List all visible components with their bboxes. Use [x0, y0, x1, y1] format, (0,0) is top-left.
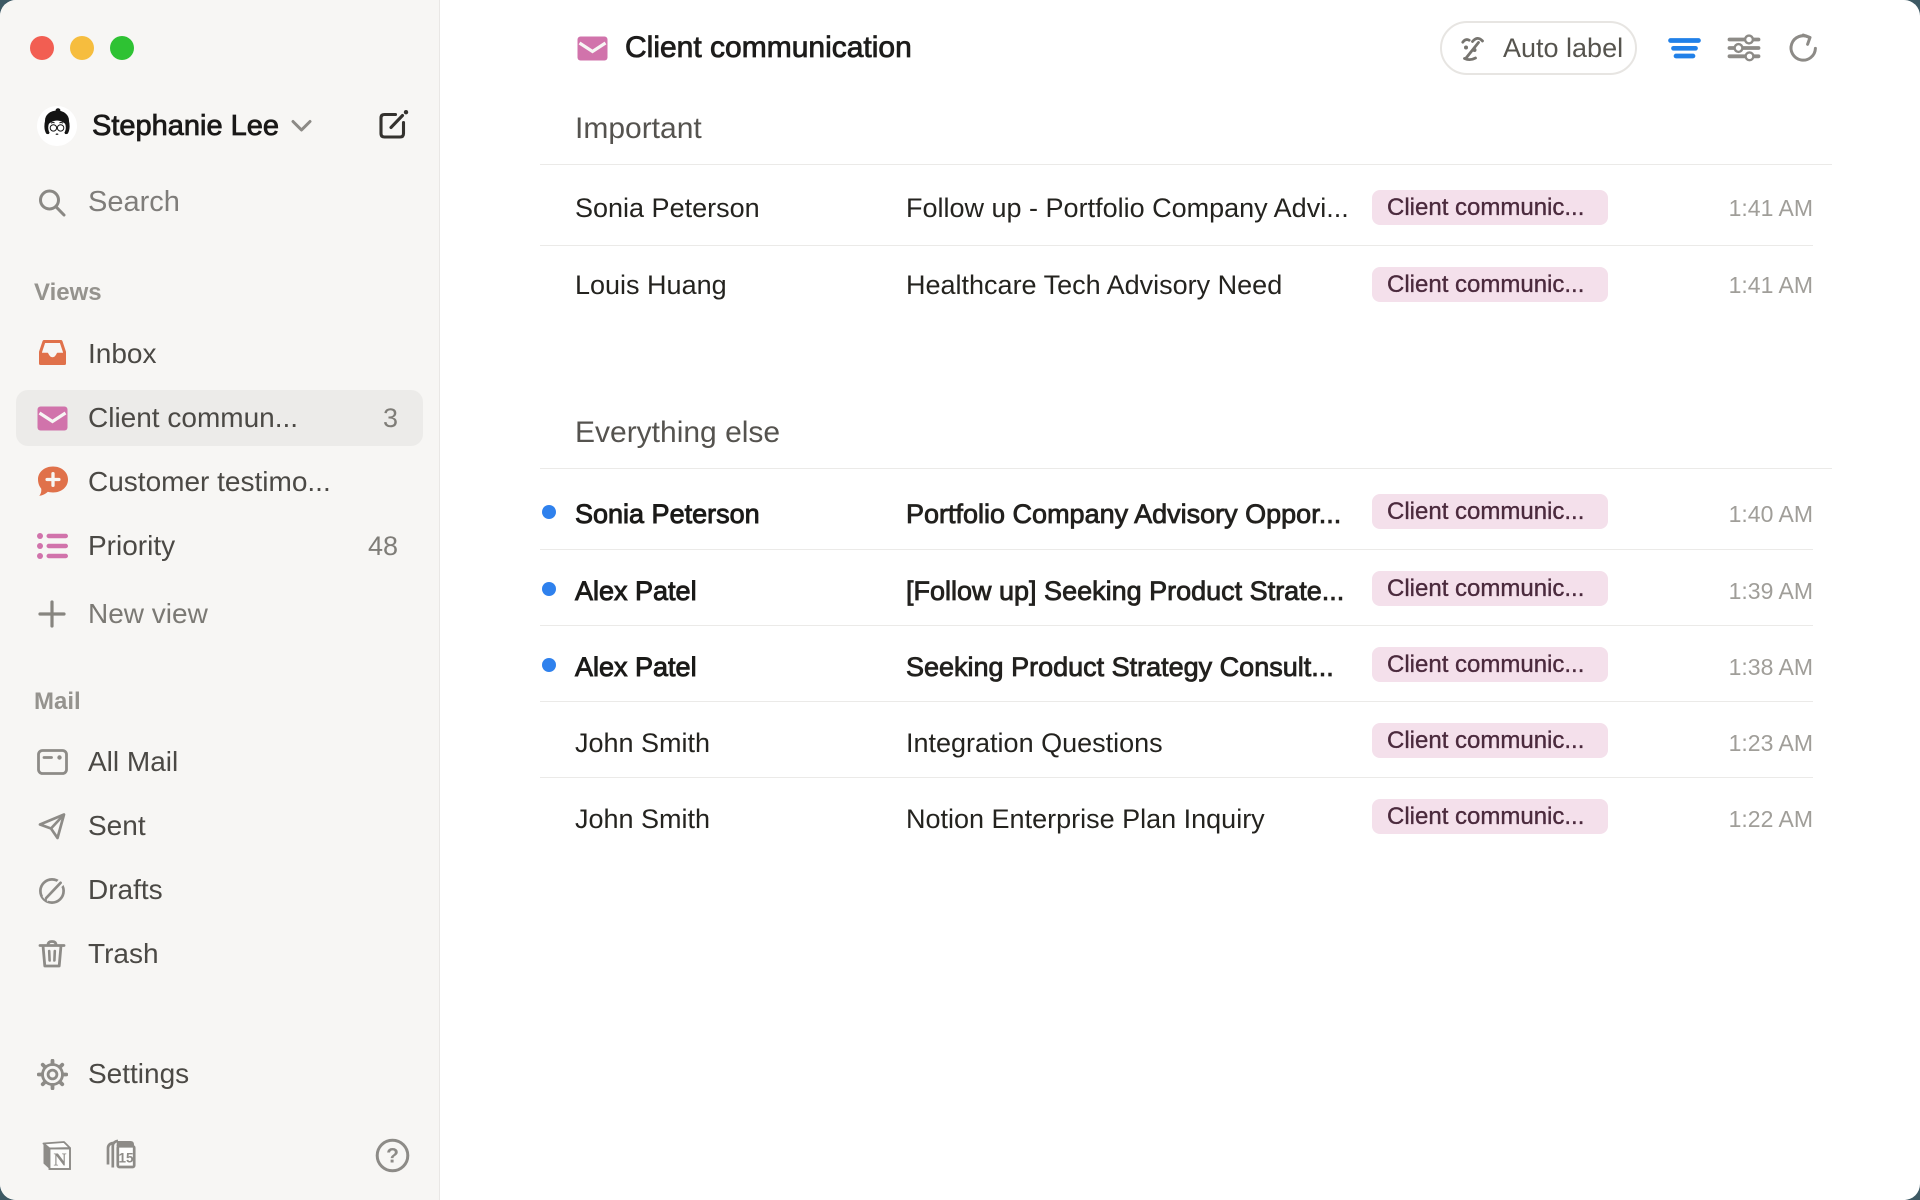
svg-text:15: 15	[118, 1151, 134, 1166]
svg-text:?: ?	[386, 1145, 399, 1168]
svg-text:N: N	[54, 1150, 67, 1170]
